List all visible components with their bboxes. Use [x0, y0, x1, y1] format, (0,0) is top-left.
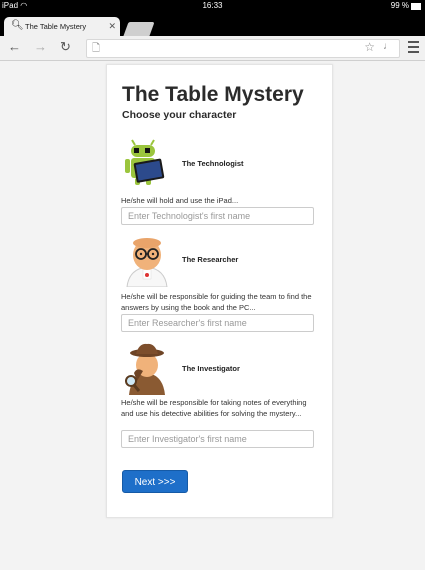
investigator-name-input[interactable]	[121, 430, 314, 448]
detective-avatar-icon	[125, 343, 165, 395]
scientist-avatar-icon	[126, 238, 168, 287]
battery-icon	[411, 2, 421, 10]
address-bar[interactable]: 🗋︎ ☆ ♩	[86, 39, 400, 58]
battery-indicator: 99 %	[391, 0, 421, 12]
tab-title: The Table Mystery	[25, 22, 87, 31]
technologist-name-input[interactable]	[121, 207, 314, 225]
close-icon[interactable]: ✕	[108, 21, 116, 32]
forward-arrow-icon[interactable]: →	[34, 40, 47, 54]
character-name: The Researcher	[182, 255, 239, 264]
page-title: The Table Mystery	[122, 83, 304, 106]
microphone-icon[interactable]: ♩	[383, 41, 393, 52]
researcher-name-input[interactable]	[121, 314, 314, 332]
character-description: He/she will be responsible for taking no…	[121, 398, 307, 418]
battery-percent: 99 %	[390, 1, 409, 10]
status-time: 16:33	[202, 1, 223, 10]
character-name: The Technologist	[182, 159, 244, 168]
new-tab-button[interactable]	[123, 22, 155, 36]
character-description: He/she will hold and use the iPad...	[121, 196, 239, 205]
back-arrow-icon[interactable]: ←	[8, 40, 21, 54]
character-name: The Investigator	[182, 364, 240, 373]
ios-status-bar: iPad ◠ 16:33 99 %	[0, 0, 425, 12]
next-button[interactable]: Next >>>	[122, 470, 188, 493]
bookmark-star-icon[interactable]: ☆	[364, 40, 375, 54]
page-icon: 🗋︎	[92, 43, 101, 54]
character-selection-card: The Table Mystery Choose your character …	[106, 64, 333, 518]
character-description: He/she will be responsible for guiding t…	[121, 292, 312, 312]
browser-tab-strip: 🔍︎ The Table Mystery ✕	[0, 12, 425, 36]
browser-toolbar: ← → ↻ 🗋︎ ☆ ♩	[0, 36, 425, 61]
menu-icon[interactable]	[408, 41, 419, 56]
search-icon: 🔍︎	[11, 20, 24, 31]
android-robot-avatar-icon	[125, 139, 165, 185]
page-subtitle: Choose your character	[122, 109, 237, 121]
browser-tab[interactable]: 🔍︎ The Table Mystery ✕	[4, 17, 120, 36]
reload-icon[interactable]: ↻	[60, 40, 71, 54]
